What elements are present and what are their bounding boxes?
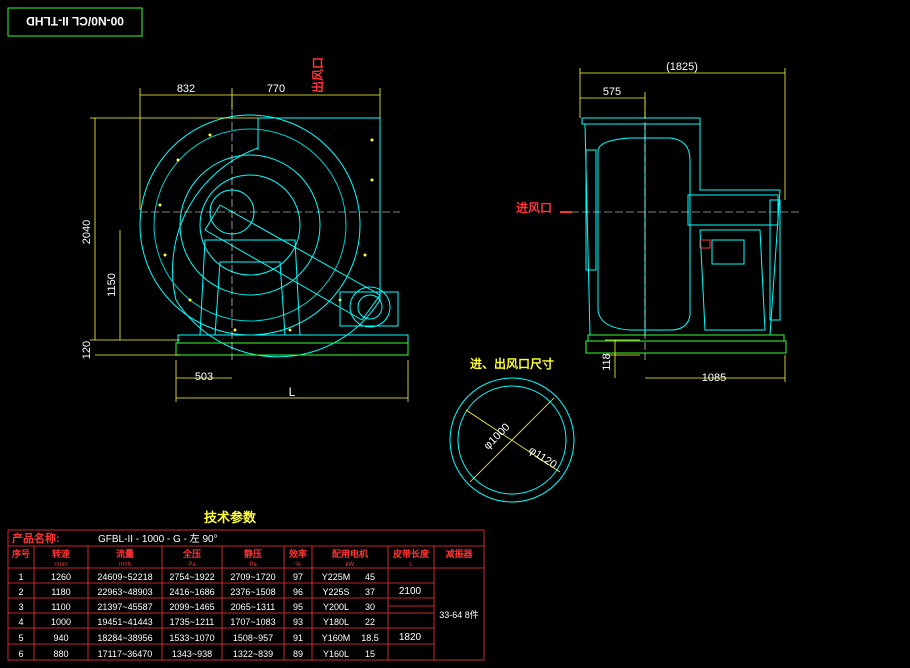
table-cell: 37 (365, 587, 375, 597)
table-cell: 5 (18, 633, 23, 643)
table-header-cell: 效率 (289, 548, 307, 559)
drawing-code: 00-N0/CL II-TLHD (26, 14, 124, 28)
table-cell: 1322~839 (233, 649, 273, 659)
dim-1825: (1825) (666, 61, 698, 73)
table-header-cell: 转速 (52, 548, 70, 559)
table-cell: 880 (53, 649, 68, 659)
table-cell: 6 (18, 649, 23, 659)
table-cell: 1735~1211 (170, 617, 215, 627)
table-cell: 1180 (51, 587, 70, 597)
dim-phi1000: φ1000 (482, 421, 513, 452)
table-cell: 97 (293, 572, 303, 582)
dim-120: 120 (81, 341, 93, 359)
table-cell: 1707~1083 (230, 617, 275, 627)
table-cell: 18.5 (361, 633, 379, 643)
table-header-cell: 皮带长度 (392, 548, 430, 559)
table-cell: 22963~48903 (97, 587, 152, 597)
table-cell: 1 (18, 572, 23, 582)
table-cell: 2416~1686 (169, 587, 214, 597)
table-cell: 1260 (51, 572, 71, 582)
table-subheader-cell: m³/h (119, 562, 131, 568)
label-outlet: 出风口 (310, 57, 325, 93)
table-subheader-cell: Pa (188, 562, 196, 568)
port-dim-lines (465, 397, 561, 483)
table-cell: 18284~38956 (97, 633, 152, 643)
table-cell: 95 (293, 602, 303, 612)
table-cell: 89 (293, 649, 303, 659)
table-subheader-cell: L (409, 562, 413, 568)
table-subheader-cell: % (295, 562, 301, 568)
table-cell: Y225M (322, 572, 351, 582)
table-cell: 2099~1465 (169, 602, 214, 612)
cad-drawing: 00-N0/CL II-TLHD 832 770 出风口 2040 1150 1… (7, 7, 800, 661)
dim-503: 503 (195, 371, 213, 383)
table-cell: 15 (365, 649, 375, 659)
table-cell: 1000 (51, 617, 71, 627)
label-inlet: 进风口 (516, 200, 552, 215)
table-cell: 1508~957 (233, 633, 273, 643)
table-cell: 17117~36470 (98, 649, 153, 659)
table-cell: 1533~1070 (169, 633, 214, 643)
table-subheader-cell: r/min (54, 562, 67, 568)
table-cell: Y225S (322, 587, 349, 597)
damper-spec: 33-64 8件 (439, 609, 479, 620)
table-header-cell: 减振器 (445, 548, 473, 559)
table-header-cell: 配用电机 (332, 548, 368, 559)
table-cell: 2065~1311 (231, 602, 276, 612)
table-cell: 2754~1922 (169, 572, 214, 582)
table-cell: Y160M (322, 633, 351, 643)
table-cell: 93 (293, 617, 303, 627)
belt-length-a: 2100 (399, 586, 422, 597)
dim-1150: 1150 (106, 273, 118, 297)
table-cell: 96 (293, 587, 303, 597)
table-rows: 1 1260 24609~52218 2754~1922 2709~1720 97 Y225… (18, 572, 378, 659)
table-cell: Y160L (323, 649, 349, 659)
product-value: GFBL-II - 1000 - G - 左 90° (98, 532, 218, 545)
table-cell: 2709~1720 (230, 572, 275, 582)
table-cell: 45 (365, 572, 375, 582)
table-cell: 3 (18, 602, 23, 612)
table-cell: 21397~45587 (97, 602, 152, 612)
table-cell: Y200L (323, 602, 349, 612)
table-cell: 30 (365, 602, 375, 612)
table-cell: 2 (18, 587, 23, 597)
dim-575: 575 (603, 86, 621, 98)
table-cell: 22 (365, 617, 375, 627)
table-cell: 24609~52218 (97, 572, 152, 582)
table-title: 技术参数 (204, 510, 257, 525)
dim-2040: 2040 (81, 220, 93, 244)
belt-length-b: 1820 (399, 632, 422, 643)
front-view (139, 114, 409, 358)
table-header-cell: 序号 (12, 548, 30, 559)
port-title: 进、出风口尺寸 (470, 356, 554, 371)
table-subheader-cell: kW (346, 562, 355, 568)
table-cell: 91 (293, 633, 303, 643)
table-header-cell: 静压 (244, 548, 262, 559)
side-view (581, 117, 787, 354)
dim-phi1120: φ1120 (526, 444, 558, 471)
table-cell: 4 (18, 617, 23, 627)
table-header-cell: 全压 (182, 548, 201, 559)
table-cell: 1100 (51, 602, 70, 612)
table-headers: 序号 转速 r/min 流量 m³/h 全压 Pa 静压 Pa 效率% 配用电机 kW 皮带长度 L 减振器 (12, 548, 474, 568)
title-block: 00-N0/CL II-TLHD (7, 7, 143, 37)
dim-L: L (289, 385, 296, 399)
table-cell: Y180L (323, 617, 349, 627)
product-label: 产品名称: (12, 531, 60, 545)
dim-118: 118 (601, 353, 613, 371)
dim-832: 832 (177, 83, 195, 95)
table-cell: 940 (53, 633, 68, 643)
table-cell: 1343~938 (172, 649, 212, 659)
table-subheader-cell: Pa (249, 562, 257, 568)
table-cell: 19451~41443 (97, 617, 152, 627)
table-header-cell: 流量 (116, 548, 134, 559)
table-cell: 2376~1508 (230, 587, 275, 597)
dim-770: 770 (267, 83, 285, 95)
dim-1085: 1085 (702, 372, 726, 384)
